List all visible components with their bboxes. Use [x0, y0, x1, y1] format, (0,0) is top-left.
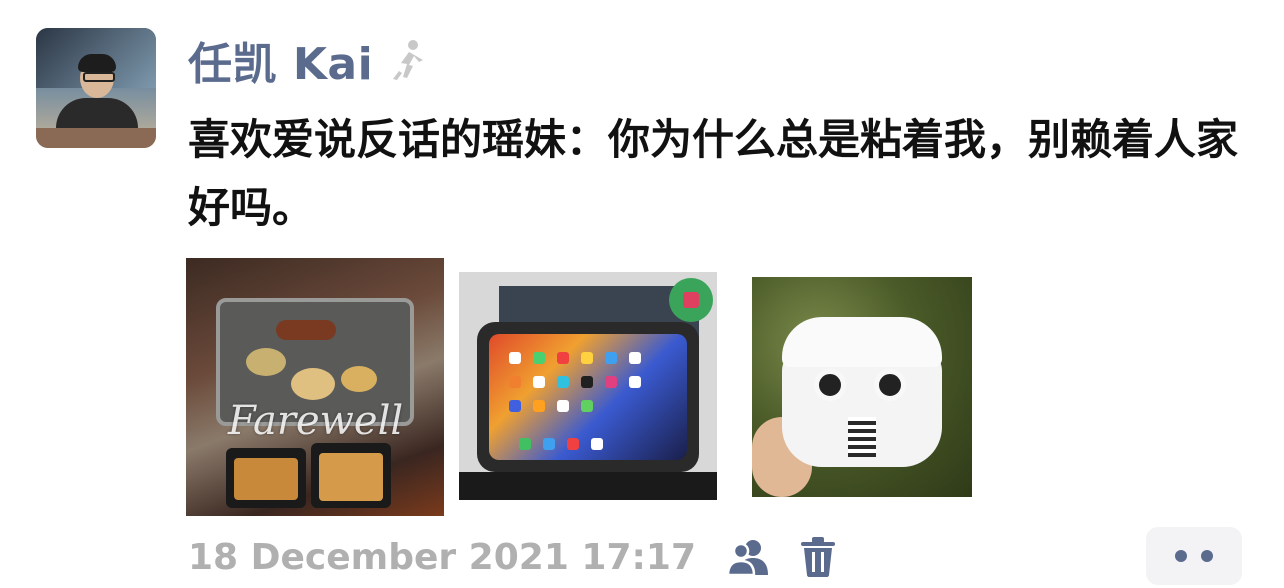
- more-dot: [1201, 550, 1213, 562]
- more-dot: [1175, 550, 1187, 562]
- app-icon: [509, 352, 521, 364]
- app-icon: [567, 438, 579, 450]
- app-icon: [557, 376, 569, 388]
- avatar[interactable]: [36, 28, 156, 148]
- app-icon: [581, 400, 593, 412]
- app-icon: [557, 352, 569, 364]
- food-item: [276, 320, 336, 340]
- airpods-photo[interactable]: [752, 277, 972, 497]
- airpods-lid: [782, 317, 942, 367]
- avatar-hair: [78, 54, 116, 72]
- app-icon: [629, 376, 641, 388]
- fried-rice: [234, 458, 298, 500]
- desk: [459, 472, 717, 500]
- timestamp: 18 December 2021 17:17: [188, 536, 696, 578]
- app-icon: [533, 376, 545, 388]
- more-button[interactable]: [1146, 527, 1242, 585]
- photo-overlay-text: Farewell: [228, 398, 404, 444]
- app-icon: [629, 352, 641, 364]
- app-icon: [509, 400, 521, 412]
- avatar-glasses: [83, 72, 115, 82]
- food-item: [246, 348, 286, 376]
- app-icon: [543, 438, 555, 450]
- case-sticker: [848, 417, 876, 457]
- ipad-photo[interactable]: [459, 272, 717, 500]
- bbq-photo[interactable]: Farewell: [186, 258, 444, 516]
- author-name[interactable]: 任凯 Kai: [188, 28, 373, 92]
- food-item: [341, 366, 377, 392]
- app-icon: [533, 400, 545, 412]
- app-icon: [533, 352, 545, 364]
- moment-post: 任凯 Kai 喜欢爱说反话的瑶妹：你为什么总是粘着我，别赖着人家好吗。 Fare…: [0, 0, 1284, 588]
- app-icon: [605, 352, 617, 364]
- airpod-bud: [814, 369, 846, 401]
- gift-sticker: [669, 278, 713, 322]
- app-icon: [605, 376, 617, 388]
- app-icon: [509, 376, 521, 388]
- avatar-table: [36, 128, 156, 148]
- app-icon: [591, 438, 603, 450]
- airpod-bud: [874, 369, 906, 401]
- food-item: [291, 368, 335, 400]
- author-row: 任凯 Kai: [188, 30, 431, 90]
- fried-rice: [319, 453, 383, 501]
- trash-icon[interactable]: [800, 537, 836, 577]
- app-icon: [581, 352, 593, 364]
- post-footer: 18 December 2021 17:17: [188, 530, 836, 584]
- walking-person-icon: [393, 40, 424, 80]
- people-icon[interactable]: [726, 537, 770, 577]
- post-text: 喜欢爱说反话的瑶妹：你为什么总是粘着我，别赖着人家好吗。: [188, 115, 1239, 232]
- app-icon: [557, 400, 569, 412]
- app-icon: [581, 376, 593, 388]
- app-icon: [519, 438, 531, 450]
